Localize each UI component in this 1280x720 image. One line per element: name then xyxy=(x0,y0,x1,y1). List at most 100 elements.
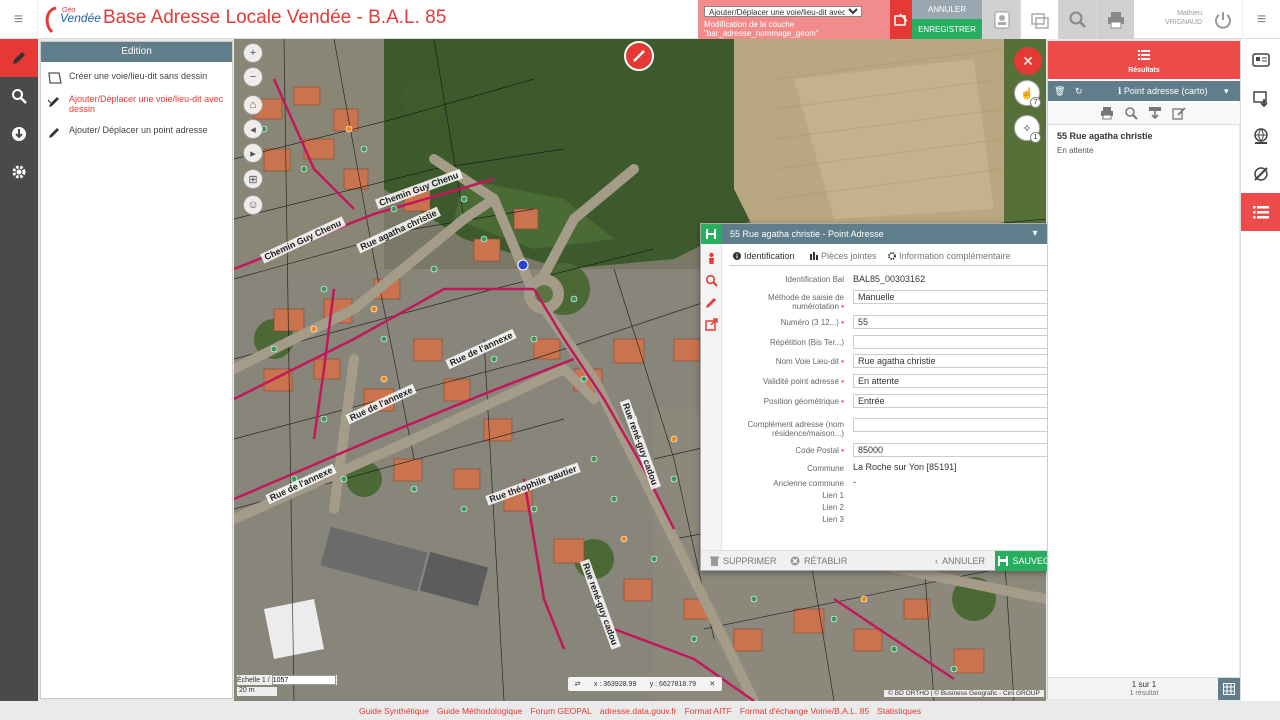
tab-identification-label: Identification xyxy=(744,251,795,261)
layer-dropdown-icon[interactable]: ▾ xyxy=(1224,81,1229,101)
table-view-icon[interactable] xyxy=(1218,678,1240,700)
commune-value: La Roche sur Yon [85191] xyxy=(853,462,957,472)
footer-links: Guide Synthétique Guide Méthodologique F… xyxy=(0,701,1280,720)
selection-hand-icon[interactable]: ☝ 7 xyxy=(1014,80,1041,108)
edit-geometry-icon[interactable] xyxy=(705,296,718,309)
edit-layer-icon[interactable] xyxy=(890,0,912,39)
methode-select[interactable]: Manuelle xyxy=(853,288,1076,304)
previous-view-icon[interactable]: ◂ xyxy=(243,119,263,139)
search-icon[interactable] xyxy=(0,77,38,115)
tab-attachments-label: Pièces jointes xyxy=(821,251,877,261)
export-icon[interactable] xyxy=(1148,106,1162,120)
edit-panel: Edition Créer une voie/lieu-dit sans des… xyxy=(40,41,233,699)
draw-tools-icon[interactable] xyxy=(1241,155,1280,193)
tab-attachments[interactable]: Pièces jointes xyxy=(810,251,877,261)
info-icon xyxy=(733,252,741,260)
complement-input[interactable] xyxy=(853,418,1076,432)
create-road-item[interactable]: Créer une voie/lieu-dit sans dessin xyxy=(41,71,232,84)
numero-input[interactable]: 55 xyxy=(853,315,1076,329)
search-tool[interactable] xyxy=(1058,0,1096,39)
results-footer: 1 sur 1 1 résultat xyxy=(1048,677,1240,700)
address-book-tool[interactable] xyxy=(982,0,1020,39)
coord-x-value: 363928.99 xyxy=(603,680,637,688)
coords-swap-icon[interactable]: ⇄ xyxy=(575,680,581,688)
external-link-icon[interactable] xyxy=(705,318,718,331)
person-icon[interactable] xyxy=(705,252,718,265)
delete-button[interactable]: SUPPRIMER xyxy=(710,551,777,571)
restore-button[interactable]: RÉTABLIR xyxy=(790,551,847,571)
results-layer-name[interactable]: ℹ Point adresse (carto) xyxy=(1118,81,1207,101)
collapse-icon[interactable]: ▾ xyxy=(1026,224,1044,244)
home-icon[interactable]: ⌂ xyxy=(243,95,263,115)
zoom-results-icon[interactable] xyxy=(1124,106,1138,120)
repetition-select[interactable] xyxy=(853,333,1076,349)
link-format-aitf[interactable]: Format AITF xyxy=(685,706,732,716)
menu-right-icon[interactable]: ≡ xyxy=(1242,0,1280,39)
chevron-left-icon: ‹ xyxy=(935,556,938,566)
globe-icon[interactable] xyxy=(1241,117,1280,155)
trash-icon xyxy=(710,556,719,566)
results-list-icon[interactable] xyxy=(1241,193,1280,231)
zoom-out-icon[interactable]: − xyxy=(243,67,263,87)
selection-pointer-icon[interactable]: ✧ 1 xyxy=(1014,115,1041,143)
refresh-icon[interactable]: ↻ xyxy=(1075,81,1083,101)
compass-icon[interactable] xyxy=(624,41,654,71)
link-guide-synthetique[interactable]: Guide Synthétique xyxy=(359,706,429,716)
link-format-echange[interactable]: Format d'échange Voirie/B.A.L. 85 xyxy=(740,706,869,716)
map-legend-icon[interactable] xyxy=(1241,41,1280,79)
power-icon[interactable] xyxy=(1204,0,1242,39)
delete-button-label: SUPPRIMER xyxy=(723,556,777,566)
download-icon[interactable] xyxy=(0,115,38,153)
address-point-dialog: 55 Rue agatha christie - Point Adresse ▾… xyxy=(700,223,1086,571)
gear-icon[interactable] xyxy=(0,153,38,191)
edit-mode-select[interactable]: Ajouter/Déplacer une voie/lieu-dit avec … xyxy=(704,6,862,17)
field-label-complement: Complément adresse (nom résidence/maison… xyxy=(747,420,844,438)
position-select[interactable]: Entrée xyxy=(853,392,1076,408)
coord-y-value: 6627818.79 xyxy=(659,680,697,688)
cancel-button[interactable]: ‹ ANNULER xyxy=(935,551,985,571)
results-title: Résultats xyxy=(1128,67,1160,74)
zoom-to-icon[interactable] xyxy=(705,274,718,287)
edit-results-icon[interactable] xyxy=(1172,106,1186,120)
link-adresse-data-gouv[interactable]: adresse.data.gouv.fr xyxy=(600,706,677,716)
page-title: Base Adresse Locale Vendée - B.A.L. 85 xyxy=(103,7,447,28)
link-forum-geopal[interactable]: Forum GEOPAL xyxy=(530,706,591,716)
field-label-lien1: Lien 1 xyxy=(822,491,844,500)
results-header[interactable]: Résultats xyxy=(1048,41,1240,79)
map-copyright: © BD ORTHO | © Business Geografic - Ciri… xyxy=(884,690,1044,697)
result-item-title[interactable]: 55 Rue agatha christie xyxy=(1057,131,1153,141)
print-icon[interactable] xyxy=(1100,106,1114,120)
edit-panel-title: Edition xyxy=(41,42,232,62)
layers-tool[interactable] xyxy=(1020,0,1058,39)
coord-y-label: y : xyxy=(649,680,658,688)
coords-close-icon[interactable]: ✕ xyxy=(709,680,715,688)
validite-select[interactable]: En attente xyxy=(853,372,1076,388)
next-view-icon[interactable]: ▸ xyxy=(243,143,263,163)
scale-input[interactable] xyxy=(271,675,336,685)
user-last-name: VRIGNAUD xyxy=(1165,19,1202,26)
dialog-footer: SUPPRIMER RÉTABLIR ‹ ANNULER SAUVEGARDER xyxy=(701,550,1085,571)
zoom-in-icon[interactable]: + xyxy=(243,43,263,63)
floppy-icon[interactable] xyxy=(701,224,721,244)
code-postal-select[interactable]: 85000 xyxy=(853,441,1076,457)
measure-icon[interactable]: ⊞ xyxy=(243,169,263,189)
link-statistiques[interactable]: Statistiques xyxy=(877,706,921,716)
save-edit-button[interactable]: ENREGISTRER xyxy=(912,19,982,39)
tab-additional-info[interactable]: Information complémentaire xyxy=(888,251,1011,261)
streetview-icon[interactable]: ☺ xyxy=(243,195,263,215)
stop-edit-icon[interactable]: ✕ xyxy=(1014,47,1042,75)
link-guide-methodologique[interactable]: Guide Méthodologique xyxy=(437,706,523,716)
layers-download-icon[interactable] xyxy=(1241,79,1280,117)
edit-pencil-icon[interactable] xyxy=(0,39,38,77)
menu-left-icon[interactable]: ≡ xyxy=(0,0,38,39)
cancel-edit-button[interactable]: ANNULER xyxy=(912,0,982,19)
move-road-item[interactable]: Ajouter/Déplacer une voie/lieu-dit avec … xyxy=(41,94,232,114)
user-first-name: Mathieu xyxy=(1177,10,1202,17)
dialog-tabs: Identification Pièces jointes Informatio… xyxy=(729,248,1081,266)
print-tool[interactable] xyxy=(1096,0,1134,39)
tab-identification[interactable]: Identification xyxy=(733,251,795,261)
voie-select[interactable]: Rue agatha christie xyxy=(853,352,1076,368)
move-address-item[interactable]: Ajouter/ Déplacer un point adresse xyxy=(41,125,232,138)
field-label-commune: Commune xyxy=(807,464,844,473)
trash-icon[interactable]: 🗑 xyxy=(1054,81,1065,101)
